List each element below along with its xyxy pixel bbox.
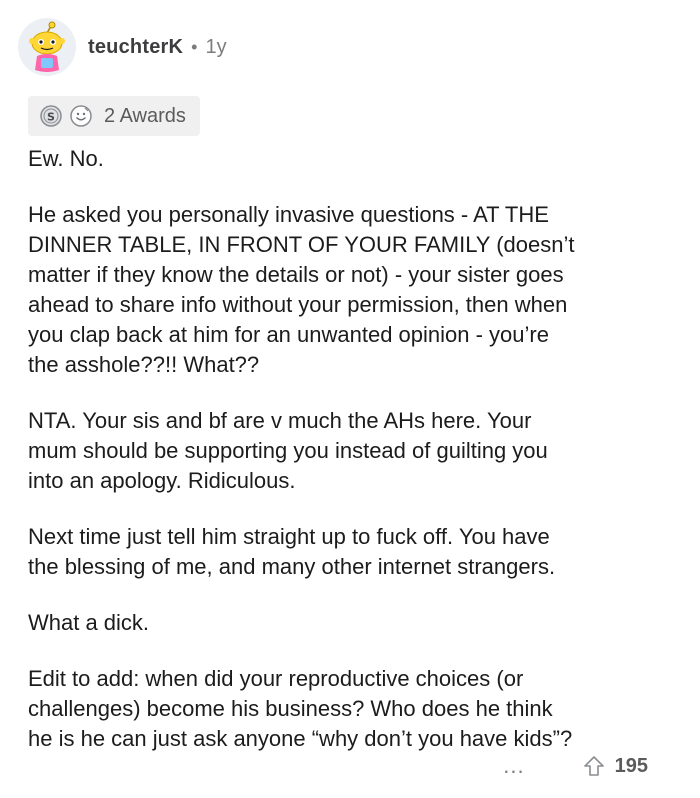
comment-actions: ... 195 xyxy=(503,748,648,784)
comment-paragraph: He asked you personally invasive questio… xyxy=(28,202,575,377)
upvote-arrow-icon[interactable] xyxy=(581,753,607,779)
comment-age: 1y xyxy=(205,35,227,58)
wholesome-award-icon xyxy=(68,103,94,129)
comment-paragraph: Edit to add: when did your reproductive … xyxy=(28,666,573,751)
username[interactable]: teuchterK xyxy=(88,36,183,59)
comment: teuchterK • 1y S 2 Awards Ew. No. He ask… xyxy=(0,0,700,798)
comment-body: Ew. No. He asked you personally invasive… xyxy=(28,144,678,780)
separator-dot: • xyxy=(191,36,198,57)
vote-score: 195 xyxy=(614,754,648,777)
comment-paragraph: NTA. Your sis and bf are v much the AHs … xyxy=(28,408,548,493)
comment-paragraph: What a dick. xyxy=(28,610,150,635)
snoo-avatar-icon xyxy=(20,20,74,74)
comment-paragraph: Ew. No. xyxy=(28,146,104,171)
awards-badge[interactable]: S 2 Awards xyxy=(28,96,200,136)
silver-award-icon: S xyxy=(38,103,64,129)
comment-header: teuchterK • 1y xyxy=(18,14,227,80)
more-options-button[interactable]: ... xyxy=(503,753,524,779)
svg-text:S: S xyxy=(47,111,55,124)
avatar[interactable] xyxy=(18,18,76,76)
awards-count-label: 2 Awards xyxy=(104,104,186,127)
comment-paragraph: Next time just tell him straight up to f… xyxy=(28,524,556,579)
